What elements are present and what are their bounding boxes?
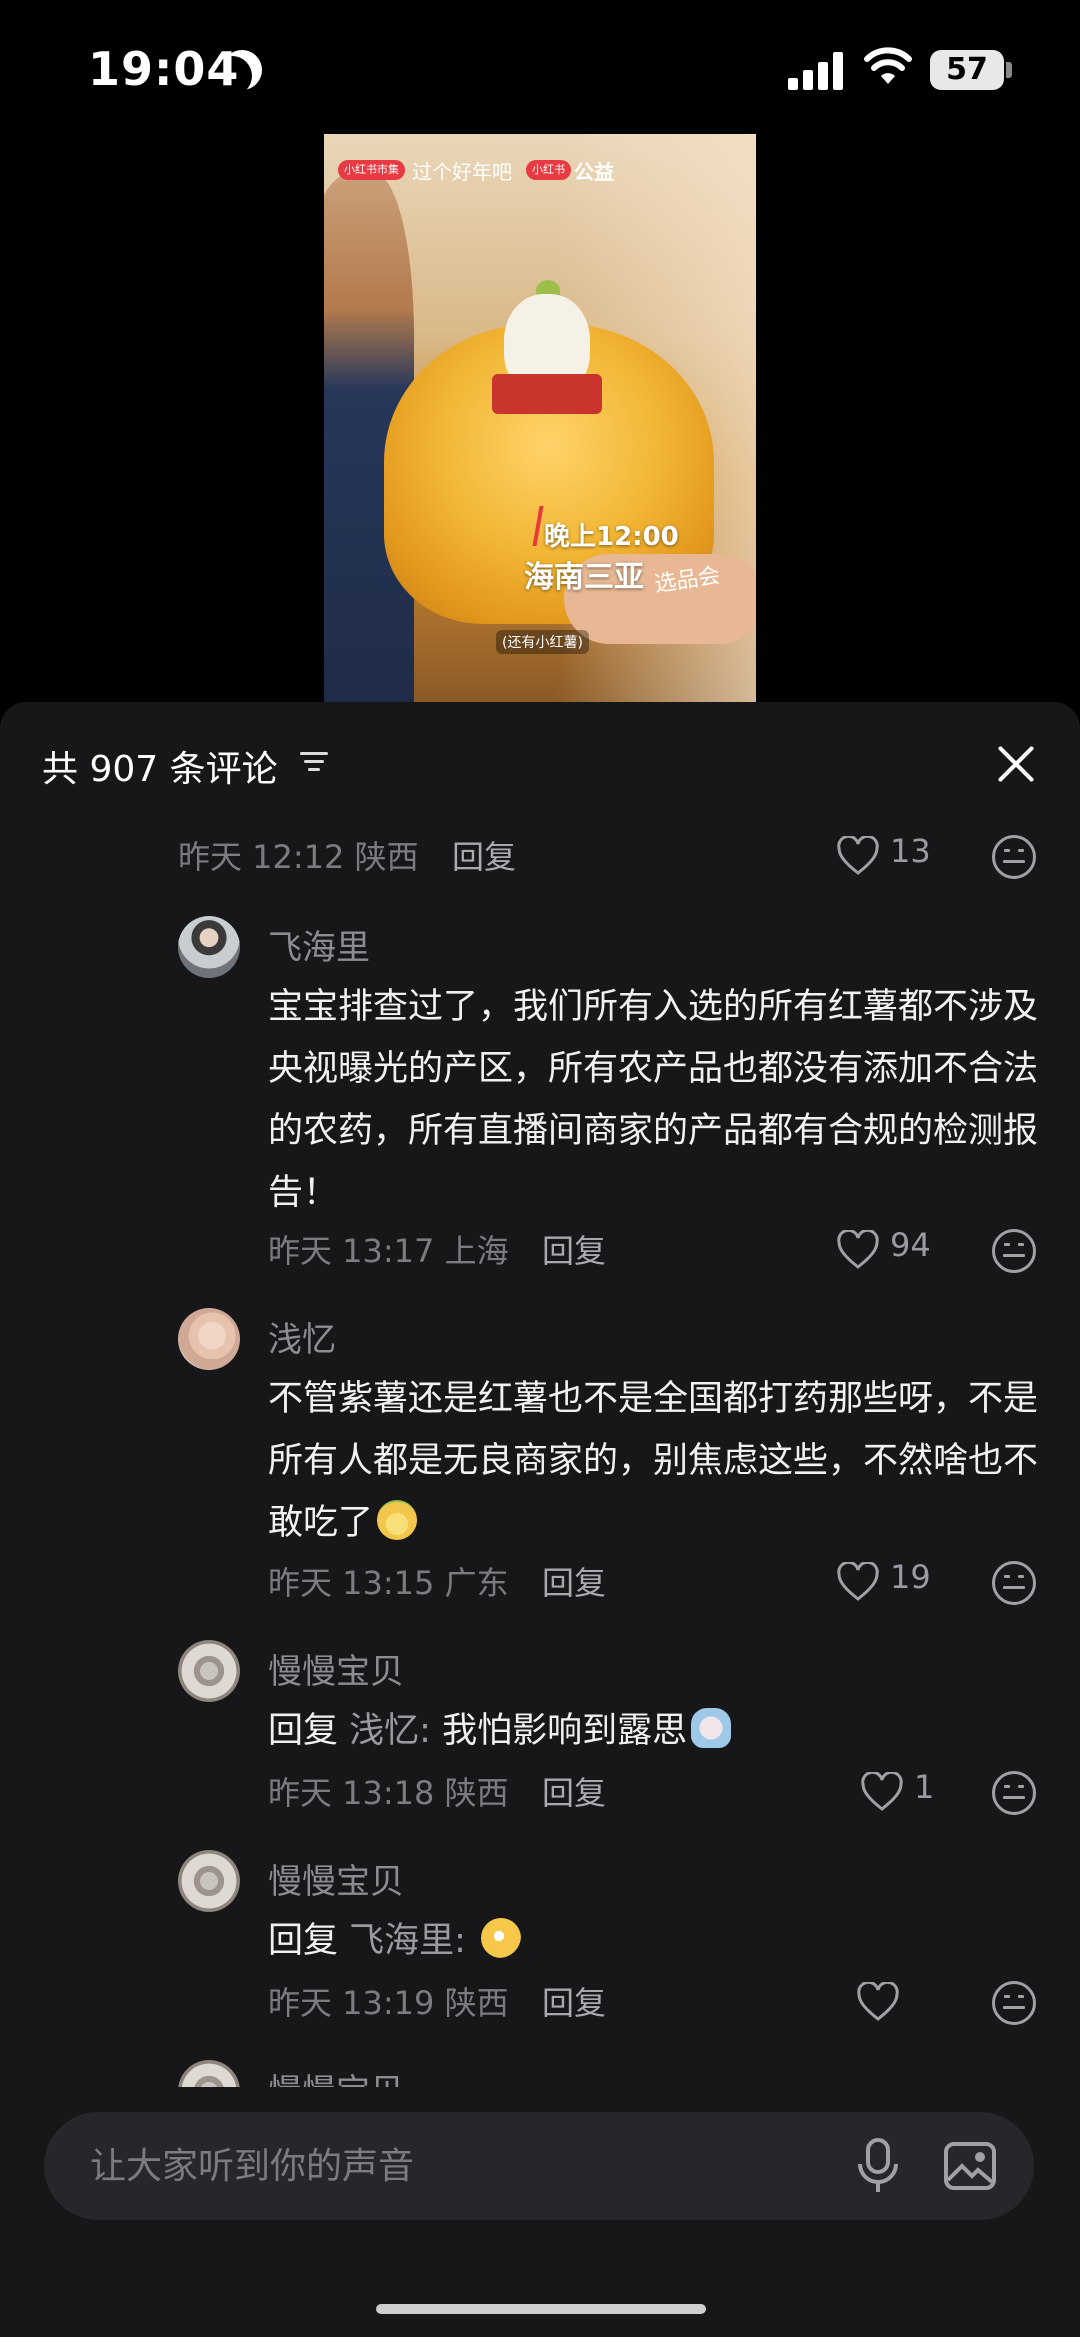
- comment-text-block: 回复 飞海里:: [268, 1910, 1048, 1972]
- image-picker-icon[interactable]: [942, 2138, 998, 2194]
- comment-username[interactable]: 慢慢宝贝: [268, 2064, 404, 2087]
- reply-button[interactable]: 回复: [452, 832, 516, 878]
- like-count: 19: [890, 1558, 931, 1596]
- comment-input-bar: [44, 2112, 1034, 2220]
- comment-meta-row: 昨天 13:18 陕西 回复 1: [0, 1768, 1080, 1818]
- emoji-reaction-icon[interactable]: [992, 1771, 1036, 1815]
- comment-date: 昨天 13:19 陕西: [268, 1984, 509, 2022]
- comment-date: 昨天 13:17 上海: [268, 1232, 509, 1270]
- comment-text: 我怕影响到露思: [442, 1711, 688, 1751]
- emoji-reaction-icon[interactable]: [992, 1561, 1036, 1605]
- like-heart-icon[interactable]: [836, 836, 880, 876]
- comment-date: 昨天 13:18 陕西: [268, 1774, 509, 1812]
- comment-date: 昨天 12:12 陕西: [178, 838, 419, 876]
- comment-text-block: 不管紫薯还是红薯也不是全国都打药那些呀，不是所有人都是无良商家的，别焦虑这些，不…: [268, 1368, 1048, 1554]
- like-heart-icon[interactable]: [860, 1772, 904, 1812]
- battery-indicator: 57: [930, 50, 1004, 90]
- like-count: 13: [890, 832, 931, 870]
- video-overlay-time: 晚上12:00: [544, 522, 679, 552]
- reply-prefix: 回复: [268, 1711, 339, 1751]
- comment-username[interactable]: 飞海里: [268, 920, 370, 969]
- video-caption-left: 过个好年吧: [412, 160, 512, 184]
- video-badge-brand: 小红书: [526, 160, 571, 180]
- video-caption-right: 公益: [574, 160, 614, 184]
- ok-hand-emoji: [481, 1918, 522, 1958]
- video-overlay-place: 海南三亚: [524, 560, 644, 595]
- like-heart-icon[interactable]: [856, 1982, 900, 2022]
- video-player[interactable]: 小红书市集 过个好年吧 小红书 公益 晚上12:00 海南三亚 选品会 (还有小…: [324, 134, 756, 702]
- comment-username[interactable]: 浅忆: [268, 1312, 336, 1361]
- avatar[interactable]: [178, 2060, 240, 2087]
- crying-emoji: [691, 1708, 732, 1748]
- reply-button[interactable]: 回复: [542, 1558, 606, 1604]
- avatar[interactable]: [178, 1308, 240, 1370]
- avatar[interactable]: [178, 1850, 240, 1912]
- like-heart-icon[interactable]: [836, 1230, 880, 1270]
- status-time: 19:04: [88, 42, 240, 96]
- video-badge-market: 小红书市集: [338, 160, 405, 180]
- sweet-potato-emoji: [377, 1500, 418, 1540]
- like-heart-icon[interactable]: [836, 1562, 880, 1602]
- emoji-reaction-icon[interactable]: [992, 835, 1036, 879]
- reply-to-user[interactable]: 飞海里:: [349, 1921, 466, 1961]
- microphone-icon[interactable]: [850, 2136, 906, 2196]
- emoji-reaction-icon[interactable]: [992, 1981, 1036, 2025]
- cellular-signal-icon: [788, 50, 844, 90]
- reply-button[interactable]: 回复: [542, 1226, 606, 1272]
- comment-username[interactable]: 慢慢宝贝: [268, 1854, 404, 1903]
- video-overlay-subtitle: (还有小红薯): [496, 630, 589, 654]
- comment-list[interactable]: 昨天 12:12 陕西 回复 13 飞海里 宝宝排查过了，我们所有入选的所有红薯…: [0, 702, 1080, 2087]
- reply-button[interactable]: 回复: [542, 1768, 606, 1814]
- emoji-reaction-icon[interactable]: [992, 1229, 1036, 1273]
- reply-prefix: 回复: [268, 1921, 339, 1961]
- reply-to-user[interactable]: 浅忆:: [349, 1711, 431, 1751]
- comment-input[interactable]: [90, 2138, 850, 2194]
- comment-date: 昨天 13:15 广东: [268, 1564, 509, 1602]
- reply-button[interactable]: 回复: [542, 1978, 606, 2024]
- avatar[interactable]: [178, 1640, 240, 1702]
- video-doll-card: [492, 374, 602, 414]
- wifi-icon: [864, 47, 912, 84]
- moon-icon: [222, 50, 262, 90]
- comment-meta-row: 昨天 13:19 陕西 回复: [0, 1978, 1080, 2028]
- status-bar: 19:04 57: [0, 0, 1080, 140]
- like-count: 1: [914, 1768, 935, 1806]
- comment-meta-row: 昨天 12:12 陕西 回复 13: [0, 832, 1080, 882]
- comment-username[interactable]: 慢慢宝贝: [268, 1644, 404, 1693]
- comment-text: 宝宝排查过了，我们所有入选的所有红薯都不涉及央视曝光的产区，所有农产品也都没有添…: [268, 987, 1039, 1213]
- battery-nub: [1006, 62, 1012, 78]
- home-indicator: [376, 2304, 706, 2314]
- comment-meta-row: 昨天 13:17 上海 回复 94: [0, 1226, 1080, 1276]
- comment-text-block: 回复 浅忆: 我怕影响到露思: [268, 1700, 1048, 1762]
- avatar[interactable]: [178, 916, 240, 978]
- like-count: 94: [890, 1226, 931, 1264]
- comment-meta-row: 昨天 13:15 广东 回复 19: [0, 1558, 1080, 1608]
- comments-sheet: 共 907 条评论 昨天 12:12 陕西 回复 13 飞海里 宝宝排查过了，我…: [0, 702, 1080, 2337]
